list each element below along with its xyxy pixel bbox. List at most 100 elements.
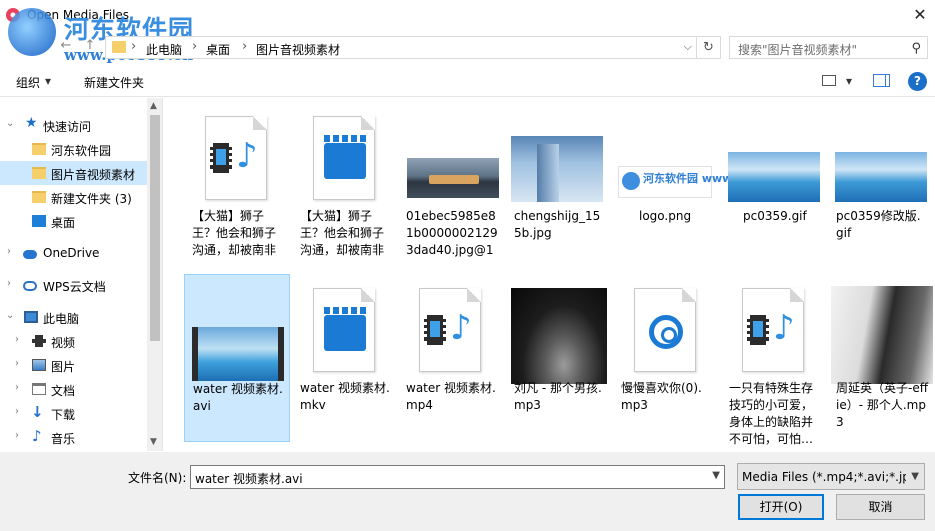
file-name: pc0359修改版.gif: [836, 209, 921, 240]
sidebar-item-label: 音乐: [51, 432, 76, 446]
file-name: water 视频素材.avi: [193, 382, 283, 413]
file-item[interactable]: 河东软件园 www.pc0359.cn logo.png: [613, 102, 799, 270]
filetype-value: Media Files (*.mp4;*.avi;*.jpe: [742, 470, 906, 484]
chevron-down-icon[interactable]: ⌵: [684, 40, 692, 54]
file-name: 【大猫】狮子王？他会和狮子沟通，却被南非捕狮行业利用…: [192, 209, 277, 257]
navigation-pane: ⌄ ★ 快速访问 河东软件园 图片音视频素材 新建文件夹 (3) 桌面 › On…: [0, 98, 163, 451]
address-bar[interactable]: › 此电脑 › 桌面 › 图片音视频素材 ⌵: [105, 36, 697, 59]
sidebar-item-pictures[interactable]: › 图片: [0, 353, 147, 377]
app-icon: [6, 8, 20, 22]
sidebar-item-media-folder[interactable]: 图片音视频素材: [0, 161, 147, 185]
chevron-down-icon[interactable]: ⌄: [6, 310, 14, 321]
file-name: pc0359.gif: [743, 209, 807, 223]
refresh-icon[interactable]: ↻: [697, 36, 721, 59]
sidebar-item-downloads[interactable]: › ↓ 下载: [0, 401, 147, 425]
breadcrumb-media-folder[interactable]: 图片音视频素材: [256, 41, 340, 58]
sidebar-item-label: 视频: [51, 336, 76, 350]
file-item[interactable]: 刘凡 - 那个男孩.mp3: [506, 274, 612, 442]
sidebar-item-documents[interactable]: › 文档: [0, 377, 147, 401]
file-item[interactable]: ♪ water 视频素材.mp4: [398, 274, 504, 442]
navigation-bar: ← ↑ › 此电脑 › 桌面 › 图片音视频素材 ⌵ ↻ 搜索"图片音视频素材"…: [0, 32, 935, 62]
file-item[interactable]: 周延英（英子-effie）- 那个人.mp3: [828, 274, 934, 442]
image-thumbnail: [724, 114, 824, 206]
file-item[interactable]: 慢慢喜欢你(0).mp3: [613, 274, 719, 442]
chevron-right-icon[interactable]: ›: [15, 430, 19, 441]
scrollbar-thumb[interactable]: [150, 115, 160, 341]
sidebar-item-this-pc[interactable]: ⌄ 此电脑: [0, 305, 147, 329]
sidebar-item-label: 新建文件夹 (3): [51, 192, 132, 206]
file-item[interactable]: pc0359.gif: [721, 102, 827, 270]
cancel-button[interactable]: 取消: [836, 494, 925, 520]
folder-icon: [32, 167, 46, 179]
file-item[interactable]: ♪ 一只有特殊生存技巧的小可爱，身体上的缺陷并不可怕，可怕…: [721, 274, 827, 446]
sidebar-item-label: 下载: [51, 408, 76, 422]
open-button[interactable]: 打开(O): [738, 494, 824, 520]
close-button[interactable]: ✕: [905, 0, 935, 30]
breadcrumb-desktop[interactable]: 桌面: [206, 41, 230, 58]
filetype-select[interactable]: Media Files (*.mp4;*.avi;*.jpe ▼: [737, 463, 925, 490]
sidebar-item-label: 图片: [51, 360, 76, 374]
file-name: 慢慢喜欢你(0).mp3: [621, 381, 702, 412]
file-name: 【大猫】狮子王？他会和狮子沟通，却被南非捕狮行业利用…: [300, 209, 385, 257]
help-icon[interactable]: ?: [908, 72, 927, 91]
sidebar-item-music[interactable]: › ♪ 音乐: [0, 425, 147, 449]
file-item[interactable]: chengshijg_155b.jpg: [506, 102, 612, 270]
chevron-right-icon[interactable]: ›: [7, 278, 11, 289]
file-item[interactable]: ♪ 【大猫】狮子王？他会和狮子沟通，却被南非捕狮行业利用…: [184, 102, 290, 270]
chevron-right-icon[interactable]: ›: [15, 382, 19, 393]
up-arrow-icon[interactable]: ↑: [82, 38, 98, 54]
chevron-down-icon[interactable]: ▼: [911, 471, 919, 482]
scroll-down-arrow-icon[interactable]: ▼: [150, 437, 157, 447]
file-item[interactable]: water 视频素材.mkv: [292, 274, 398, 442]
file-name: water 视频素材.mp4: [406, 381, 496, 412]
file-name: 周延英（英子-effie）- 那个人.mp3: [836, 381, 928, 429]
album-art-thumbnail: [831, 286, 933, 384]
sidebar-item-onedrive[interactable]: › OneDrive: [0, 241, 147, 265]
chevron-right-icon[interactable]: ›: [15, 406, 19, 417]
view-options-icon[interactable]: [822, 75, 836, 86]
video-thumbnail: [188, 287, 288, 381]
chevron-right-icon[interactable]: ›: [7, 246, 11, 257]
sidebar-item-label: 文档: [51, 384, 76, 398]
file-item[interactable]: 【大猫】狮子王？他会和狮子沟通，却被南非捕狮行业利用…: [292, 102, 398, 270]
sidebar-item-new-folder[interactable]: 新建文件夹 (3): [0, 185, 147, 209]
media-file-icon: ♪: [187, 114, 287, 206]
organize-button[interactable]: 组织: [16, 74, 40, 91]
filename-input[interactable]: water 视频素材.avi ▼: [190, 465, 725, 489]
chevron-right-icon[interactable]: ›: [131, 39, 136, 54]
chevron-right-icon[interactable]: ›: [192, 39, 197, 54]
sidebar-item-quick-access[interactable]: ⌄ ★ 快速访问: [0, 113, 147, 137]
document-folder-icon: [32, 383, 46, 395]
window-title: Open Media Files: [27, 8, 130, 22]
sidebar-scrollbar[interactable]: ▲ ▼: [147, 98, 162, 451]
file-item[interactable]: pc0359修改版.gif: [828, 102, 934, 270]
sidebar-item-hedong[interactable]: 河东软件园: [0, 137, 147, 161]
chevron-right-icon[interactable]: ›: [242, 39, 247, 54]
scroll-up-arrow-icon[interactable]: ▲: [150, 101, 157, 111]
sidebar-item-wps-cloud[interactable]: › WPS云文档: [0, 273, 147, 297]
search-input[interactable]: 搜索"图片音视频素材" ⚲: [729, 36, 928, 59]
breadcrumb-this-pc[interactable]: 此电脑: [146, 41, 182, 58]
chevron-down-icon[interactable]: ⌄: [6, 118, 14, 129]
file-name: 一只有特殊生存技巧的小可爱，身体上的缺陷并不可怕，可怕…: [729, 381, 814, 446]
chevron-down-icon[interactable]: ▾: [846, 74, 852, 88]
search-placeholder: 搜索"图片音视频素材": [738, 43, 858, 57]
chevron-down-icon[interactable]: ▼: [712, 470, 720, 481]
video-folder-icon: [32, 335, 46, 347]
chevron-right-icon[interactable]: ›: [15, 334, 19, 345]
desktop-icon: [32, 215, 46, 227]
back-arrow-icon[interactable]: ←: [58, 38, 74, 54]
image-thumbnail: [831, 114, 931, 206]
chevron-right-icon[interactable]: ›: [15, 358, 19, 369]
filename-value[interactable]: water 视频素材.avi: [195, 470, 303, 487]
file-item-selected[interactable]: water 视频素材.avi: [184, 274, 290, 442]
file-item[interactable]: 01ebec5985e81b00000021293dad40.jpg@1280w…: [398, 102, 504, 270]
chevron-down-icon[interactable]: ▾: [45, 74, 51, 88]
sidebar-item-label: 图片音视频素材: [51, 168, 136, 182]
preview-pane-icon[interactable]: [873, 74, 890, 87]
search-icon[interactable]: ⚲: [911, 41, 921, 56]
sidebar-item-videos[interactable]: › 视频: [0, 329, 147, 353]
new-folder-button[interactable]: 新建文件夹: [84, 74, 144, 91]
sidebar-item-desktop[interactable]: 桌面: [0, 209, 147, 233]
file-name: 01ebec5985e81b00000021293dad40.jpg@1280w…: [406, 209, 498, 257]
